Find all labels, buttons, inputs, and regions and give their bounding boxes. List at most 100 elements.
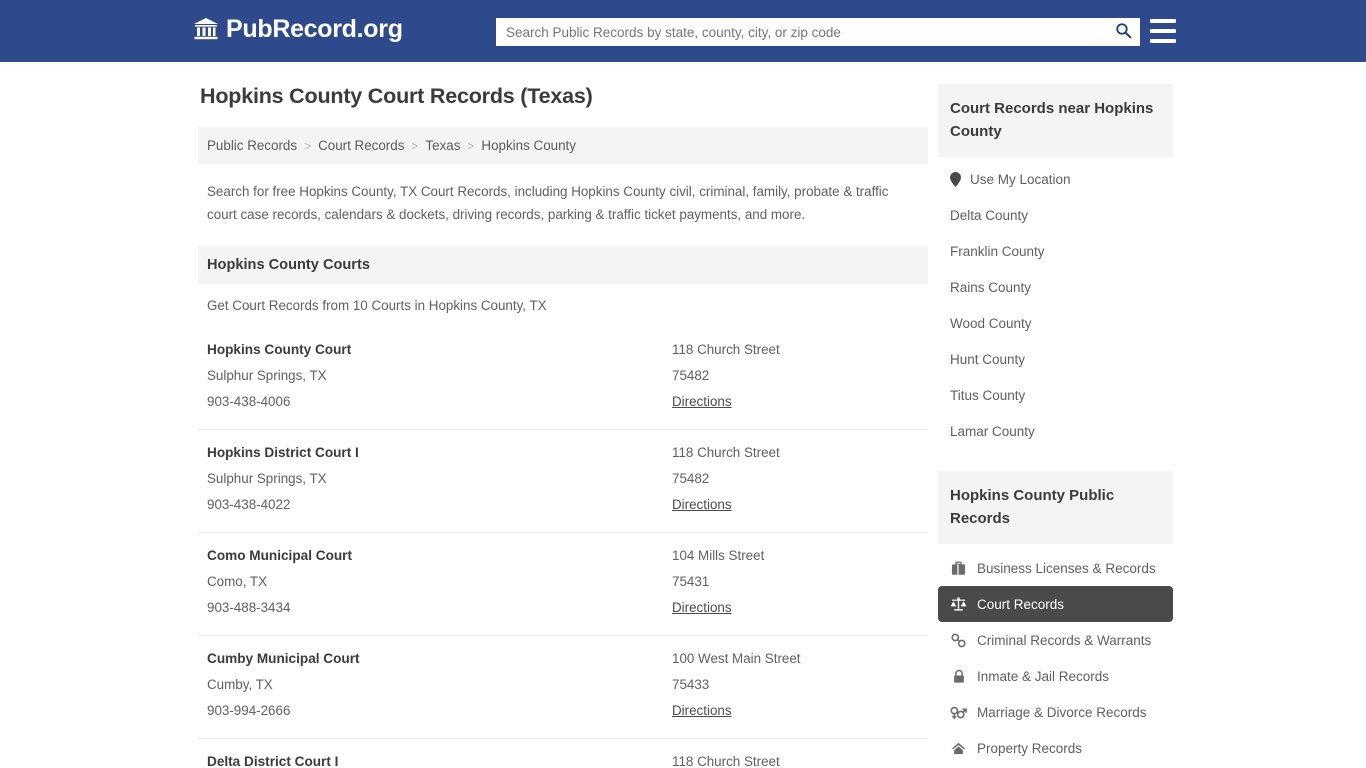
venus-mars-icon: [950, 704, 967, 720]
map-pin-icon: [950, 171, 961, 187]
court-name: Cumby Municipal Court: [207, 651, 360, 666]
lock-icon: [950, 668, 967, 684]
sidebar-item-lamar-county[interactable]: Lamar County: [938, 413, 1173, 449]
sidebar-item-wood-county[interactable]: Wood County: [938, 305, 1173, 341]
main-column: Hopkins County Court Records (Texas) Pub…: [198, 84, 928, 768]
breadcrumb-item-public-records[interactable]: Public Records: [207, 138, 297, 153]
directions-link[interactable]: Directions: [672, 698, 732, 724]
sidebar-item-rains-county[interactable]: Rains County: [938, 269, 1173, 305]
sidebar: Court Records near Hopkins County Use My…: [938, 84, 1173, 766]
sidebar-item-franklin-county[interactable]: Franklin County: [938, 233, 1173, 269]
court-zip: 75433: [672, 677, 710, 692]
breadcrumb: Public Records > Court Records > Texas >…: [198, 127, 928, 164]
court-phone: 903-438-4022: [207, 497, 291, 512]
court-phone: 903-994-2666: [207, 703, 291, 718]
handcuffs-icon: [950, 632, 967, 648]
sidebar-item-delta-county[interactable]: Delta County: [938, 197, 1173, 233]
breadcrumb-separator: >: [411, 138, 419, 153]
court-address: 104 Mills Street: [672, 548, 765, 563]
search-input[interactable]: [496, 18, 1106, 46]
court-info: Hopkins District Court I Sulphur Springs…: [207, 440, 672, 518]
page-body: Hopkins County Court Records (Texas) Pub…: [0, 62, 1366, 768]
court-address: 118 Church Street: [672, 445, 780, 460]
courts-section-subtitle: Get Court Records from 10 Courts in Hopk…: [207, 298, 547, 313]
court-zip: 75431: [672, 574, 710, 589]
court-info: Cumby Municipal Court Cumby, TX 903-994-…: [207, 646, 672, 724]
search-icon: [1115, 22, 1132, 42]
breadcrumb-item-texas[interactable]: Texas: [425, 138, 460, 153]
court-info: Hopkins County Court Sulphur Springs, TX…: [207, 337, 672, 415]
sidebar-item-label: Criminal Records & Warrants: [977, 632, 1152, 648]
site-header: PubRecord.org: [0, 0, 1366, 62]
breadcrumb-separator: >: [304, 138, 312, 153]
sidebar-item-business-licenses[interactable]: Business Licenses & Records: [938, 550, 1173, 586]
sidebar-item-label: Lamar County: [950, 423, 1035, 439]
sidebar-item-hunt-county[interactable]: Hunt County: [938, 341, 1173, 377]
court-city: Sulphur Springs, TX: [207, 368, 327, 383]
nearby-panel-title: Court Records near Hopkins County: [938, 84, 1173, 157]
court-zip: 75482: [672, 471, 710, 486]
courts-list: Hopkins County Court Sulphur Springs, TX…: [198, 327, 928, 768]
page-description: Search for free Hopkins County, TX Court…: [207, 184, 889, 222]
sidebar-item-inmate-jail-records[interactable]: Inmate & Jail Records: [938, 658, 1173, 694]
directions-link[interactable]: Directions: [672, 389, 732, 415]
sidebar-item-label: Property Records: [977, 740, 1083, 756]
court-address-block: 100 West Main Street 75433 Directions: [672, 646, 919, 724]
sidebar-item-court-records[interactable]: Court Records: [938, 586, 1173, 622]
sidebar-item-label: Inmate & Jail Records: [977, 668, 1110, 684]
public-records-panel-title: Hopkins County Public Records: [938, 471, 1173, 544]
search-button[interactable]: [1106, 18, 1140, 46]
court-address: 118 Church Street: [672, 342, 780, 357]
public-records-list: Business Licenses & Records Court Record…: [938, 544, 1173, 766]
hamburger-menu-icon[interactable]: [1150, 19, 1176, 43]
court-address: 118 Church Street: [672, 754, 780, 768]
court-info: Como Municipal Court Como, TX 903-488-34…: [207, 543, 672, 621]
court-address-block: 118 Church Street 75482 Directions: [672, 749, 919, 768]
page-title: Hopkins County Court Records (Texas): [200, 84, 593, 108]
sidebar-item-label: Business Licenses & Records: [977, 560, 1156, 576]
court-name: Delta District Court I: [207, 754, 339, 768]
court-name: Hopkins County Court: [207, 342, 352, 357]
table-row: Cumby Municipal Court Cumby, TX 903-994-…: [198, 636, 928, 739]
nearby-counties-list: Use My Location Delta County Franklin Co…: [938, 157, 1173, 449]
court-info: Delta District Court I Sulphur Springs, …: [207, 749, 672, 768]
court-address-block: 118 Church Street 75482 Directions: [672, 440, 919, 518]
sidebar-item-label: Marriage & Divorce Records: [977, 704, 1147, 720]
court-city: Como, TX: [207, 574, 268, 589]
bank-building-icon: [193, 16, 219, 42]
scales-of-justice-icon: [950, 596, 967, 612]
table-row: Como Municipal Court Como, TX 903-488-34…: [198, 533, 928, 636]
sidebar-item-label: Wood County: [950, 315, 1032, 331]
table-row: Hopkins District Court I Sulphur Springs…: [198, 430, 928, 533]
sidebar-item-label: Use My Location: [970, 171, 1071, 187]
briefcase-icon: [950, 560, 967, 576]
hamburger-bar: [1150, 39, 1176, 43]
court-phone: 903-488-3434: [207, 600, 291, 615]
logo-text: PubRecord.org: [226, 15, 403, 43]
sidebar-item-label: Hunt County: [950, 351, 1026, 367]
sidebar-item-label: Titus County: [950, 387, 1026, 403]
sidebar-item-criminal-records[interactable]: Criminal Records & Warrants: [938, 622, 1173, 658]
court-name: Hopkins District Court I: [207, 445, 359, 460]
breadcrumb-separator: >: [467, 138, 475, 153]
court-address: 100 West Main Street: [672, 651, 801, 666]
table-row: Hopkins County Court Sulphur Springs, TX…: [198, 327, 928, 430]
courts-section-title: Hopkins County Courts: [198, 246, 928, 284]
court-city: Cumby, TX: [207, 677, 273, 692]
sidebar-item-marriage-divorce-records[interactable]: Marriage & Divorce Records: [938, 694, 1173, 730]
sidebar-item-label: Delta County: [950, 207, 1029, 223]
breadcrumb-item-court-records[interactable]: Court Records: [318, 138, 404, 153]
hamburger-bar: [1150, 19, 1176, 23]
court-phone: 903-438-4006: [207, 394, 291, 409]
search-bar[interactable]: [496, 18, 1140, 46]
court-name: Como Municipal Court: [207, 548, 352, 563]
sidebar-item-use-my-location[interactable]: Use My Location: [938, 161, 1173, 197]
sidebar-item-property-records[interactable]: Property Records: [938, 730, 1173, 766]
court-address-block: 104 Mills Street 75431 Directions: [672, 543, 919, 621]
directions-link[interactable]: Directions: [672, 492, 732, 518]
breadcrumb-item-hopkins-county: Hopkins County: [481, 138, 576, 153]
sidebar-item-titus-county[interactable]: Titus County: [938, 377, 1173, 413]
directions-link[interactable]: Directions: [672, 595, 732, 621]
house-icon: [950, 740, 967, 756]
site-logo[interactable]: PubRecord.org: [193, 16, 403, 42]
